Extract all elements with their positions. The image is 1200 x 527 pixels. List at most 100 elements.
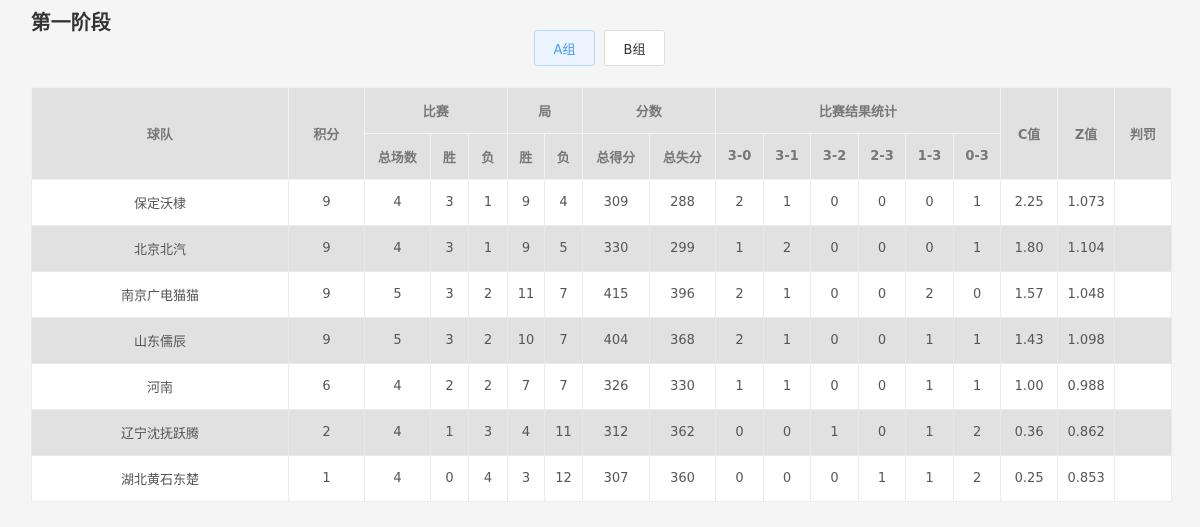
- tab-group-a[interactable]: A组: [534, 30, 595, 66]
- cell-result-2-3: 0: [858, 409, 907, 456]
- cell-result-1-3: 2: [905, 271, 955, 318]
- cell-result-3-2: 1: [810, 409, 860, 456]
- cell-matches-total: 5: [364, 271, 431, 318]
- header-sets: 局: [507, 87, 584, 134]
- cell-team-name: 湖北黄石东楚: [31, 455, 289, 502]
- cell-sets-win: 10: [507, 317, 546, 364]
- cell-sets-loss: 7: [544, 363, 584, 410]
- cell-sets-loss: 4: [544, 179, 584, 226]
- cell-team-name: 南京广电猫猫: [31, 271, 289, 318]
- cell-sets-win: 3: [507, 455, 546, 502]
- cell-result-3-2: 0: [810, 455, 860, 502]
- cell-result-3-2: 0: [810, 271, 860, 318]
- cell-result-0-3: 2: [953, 455, 1002, 502]
- cell-result-2-3: 0: [858, 179, 907, 226]
- cell-sets-win: 9: [507, 179, 546, 226]
- cell-matches-loss: 2: [467, 317, 509, 364]
- cell-result-1-3: 0: [905, 225, 955, 272]
- cell-result-2-3: 0: [858, 317, 907, 364]
- cell-matches-loss: 4: [467, 455, 509, 502]
- table-row: 辽宁沈抚跃腾 2 4 1 3 4 11 312 362 0 0 1 0 1 2 0.36 0.862: [31, 409, 1173, 456]
- cell-penalty: [1114, 317, 1173, 364]
- cell-score-against: 288: [649, 179, 717, 226]
- cell-score-against: 396: [649, 271, 717, 318]
- header-points: 积分: [288, 87, 365, 180]
- page-title: 第一阶段: [31, 10, 111, 34]
- cell-sets-loss: 7: [544, 317, 584, 364]
- cell-score-against: 368: [649, 317, 717, 364]
- cell-matches-win: 3: [430, 225, 469, 272]
- header-matches: 比赛: [363, 87, 509, 134]
- cell-sets-win: 4: [507, 409, 546, 456]
- cell-matches-win: 0: [430, 455, 469, 502]
- cell-sets-win: 7: [507, 363, 546, 410]
- cell-result-3-0: 2: [715, 271, 765, 318]
- header-result-2-3: 2-3: [858, 133, 907, 180]
- cell-penalty: [1114, 271, 1173, 318]
- table-row: 北京北汽 9 4 3 1 9 5 330 299 1 2 0 0 0 1 1.80 1.104: [31, 225, 1173, 272]
- header-c-value: C值: [1000, 87, 1059, 180]
- header-results: 比赛结果统计: [715, 87, 1002, 134]
- cell-result-3-1: 1: [763, 363, 812, 410]
- cell-score-for: 307: [582, 455, 651, 502]
- cell-result-0-3: 1: [953, 179, 1002, 226]
- cell-result-3-0: 2: [715, 317, 765, 364]
- cell-penalty: [1114, 455, 1173, 502]
- cell-points: 9: [288, 317, 365, 364]
- table-row: 湖北黄石东楚 1 4 0 4 3 12 307 360 0 0 0 1 1 2 0.25 0.853: [31, 455, 1173, 502]
- header-team: 球队: [31, 87, 289, 180]
- cell-sets-win: 9: [507, 225, 546, 272]
- cell-c-value: 0.36: [1000, 409, 1059, 456]
- cell-result-3-0: 0: [715, 455, 765, 502]
- cell-points: 9: [288, 225, 365, 272]
- cell-result-3-0: 1: [715, 363, 765, 410]
- cell-matches-win: 3: [430, 271, 469, 318]
- cell-z-value: 0.988: [1057, 363, 1116, 410]
- cell-matches-win: 1: [430, 409, 469, 456]
- cell-z-value: 0.862: [1057, 409, 1116, 456]
- cell-result-3-1: 0: [763, 455, 812, 502]
- cell-result-2-3: 0: [858, 363, 907, 410]
- cell-points: 9: [288, 271, 365, 318]
- cell-matches-win: 3: [430, 317, 469, 364]
- header-matches-win: 胜: [430, 133, 469, 180]
- cell-matches-win: 2: [430, 363, 469, 410]
- header-result-3-1: 3-1: [763, 133, 812, 180]
- tab-group-b[interactable]: B组: [604, 30, 665, 66]
- cell-penalty: [1114, 409, 1173, 456]
- cell-sets-loss: 5: [544, 225, 584, 272]
- cell-result-3-2: 0: [810, 317, 860, 364]
- cell-matches-loss: 1: [467, 225, 509, 272]
- cell-matches-win: 3: [430, 179, 469, 226]
- cell-result-1-3: 1: [905, 455, 955, 502]
- cell-z-value: 1.073: [1057, 179, 1116, 226]
- cell-result-0-3: 2: [953, 409, 1002, 456]
- cell-points: 9: [288, 179, 365, 226]
- cell-matches-total: 4: [364, 409, 431, 456]
- cell-sets-loss: 11: [544, 409, 584, 456]
- cell-result-3-1: 1: [763, 271, 812, 318]
- table-row: 山东儒辰 9 5 3 2 10 7 404 368 2 1 0 0 1 1 1.43 1.098: [31, 317, 1173, 364]
- cell-penalty: [1114, 179, 1173, 226]
- cell-result-3-2: 0: [810, 363, 860, 410]
- cell-score-against: 299: [649, 225, 717, 272]
- cell-matches-total: 4: [364, 179, 431, 226]
- cell-matches-total: 5: [364, 317, 431, 364]
- cell-z-value: 1.048: [1057, 271, 1116, 318]
- cell-sets-win: 11: [507, 271, 546, 318]
- cell-result-1-3: 1: [905, 409, 955, 456]
- cell-result-3-1: 0: [763, 409, 812, 456]
- cell-score-against: 362: [649, 409, 717, 456]
- cell-z-value: 1.098: [1057, 317, 1116, 364]
- standings-table: 球队 积分 比赛 局 分数 比赛结果统计 C值 Z值 判罚 总场数 胜 负 胜 …: [31, 87, 1173, 502]
- cell-score-for: 404: [582, 317, 651, 364]
- header-scores: 分数: [582, 87, 717, 134]
- cell-matches-loss: 3: [467, 409, 509, 456]
- cell-score-against: 360: [649, 455, 717, 502]
- cell-matches-loss: 2: [467, 271, 509, 318]
- cell-result-0-3: 1: [953, 225, 1002, 272]
- header-sets-loss: 负: [544, 133, 584, 180]
- cell-sets-loss: 12: [544, 455, 584, 502]
- cell-points: 2: [288, 409, 365, 456]
- header-result-3-2: 3-2: [810, 133, 860, 180]
